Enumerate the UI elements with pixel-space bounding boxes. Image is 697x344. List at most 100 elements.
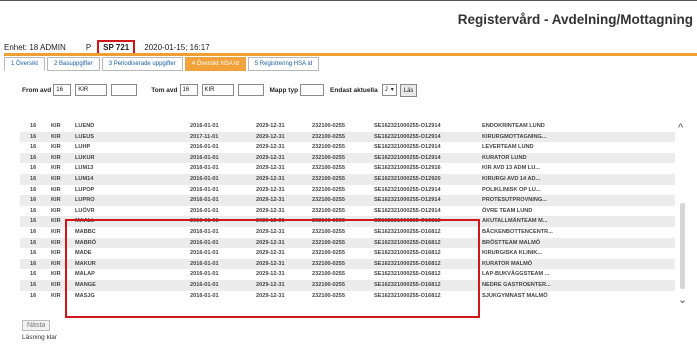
tom-avd-code-input[interactable]: KIR — [201, 84, 234, 96]
tab-basuppgifter[interactable]: 2 Basuppgifter — [47, 57, 100, 71]
table-cell: 2029-12-31 — [256, 207, 285, 214]
table-cell: 2029-12-31 — [256, 123, 285, 129]
table-row[interactable]: 16 KIR LUM14 2016-01-01 2029-12-31 232100-025… — [20, 173, 675, 185]
table-cell: KIR — [51, 218, 61, 225]
tab-oversikt-hsa[interactable]: 4 Översikt HSA id — [184, 57, 246, 71]
table-cell: 232100-0255 — [312, 197, 345, 204]
tab-oversikt[interactable]: 1 Översikt — [4, 57, 46, 71]
table-cell: 16 — [30, 144, 37, 151]
table-cell: LUKUR — [75, 154, 95, 161]
table-cell: LUEND — [75, 123, 95, 129]
table-cell: KIRURGISKA KLINIK... — [482, 250, 543, 257]
table-cell: LUHP — [75, 144, 91, 151]
table-cell: 232100-0255 — [312, 186, 345, 193]
table-row[interactable]: 16 KIR LUPRO 2016-01-01 2029-12-31 232100-025… — [20, 195, 675, 206]
table-row[interactable]: 16 KIR LUÖVR 2016-01-01 2029-12-31 232100-025… — [20, 206, 675, 217]
timestamp: 2020-01-15; 16:17 — [144, 42, 210, 52]
table-row[interactable]: 16 KIR LUM13 2016-01-01 2029-12-31 232100-025… — [20, 163, 675, 174]
table-cell: 16 — [30, 260, 37, 267]
next-button[interactable]: Nästa — [22, 320, 51, 331]
table-cell: ÖVRE TEAM LUND — [482, 207, 533, 214]
las-button[interactable]: Läs — [399, 83, 418, 97]
tom-avd-num-input[interactable]: 16 — [179, 84, 198, 96]
table-cell: 2029-12-31 — [256, 186, 285, 193]
table-cell: 2029-12-31 — [256, 154, 285, 161]
tom-avd-label: Tom avd — [151, 86, 178, 94]
table-cell: 16 — [30, 165, 37, 172]
scrollbar-thumb[interactable] — [680, 203, 685, 289]
table-cell: LUÖVR — [75, 207, 95, 214]
from-avd-num-input[interactable]: 16 — [53, 84, 72, 96]
table-cell: KIR — [51, 292, 61, 299]
table-cell: LUEUS — [75, 133, 94, 140]
table-cell: 16 — [30, 175, 37, 182]
table-row[interactable]: 16 KIR LUHP 2016-01-01 2029-12-31 232100-0255… — [20, 142, 675, 153]
app-title: Registervård - Avdelning/Mottagning — [457, 12, 693, 27]
from-avd-extra-input[interactable] — [111, 84, 138, 96]
table-cell: KURATOR MALMÖ — [482, 260, 533, 267]
table-cell: LAP-BUKVÄGGSTEAM ... — [482, 271, 550, 278]
status-text: Läsning klar — [22, 334, 58, 341]
table-cell: 232100-0255 — [312, 123, 345, 129]
table-cell: SE162321000255-O12914 — [374, 197, 441, 204]
chevron-up-icon[interactable]: ^ — [678, 122, 683, 134]
filter-row: From avd 16 KIR Tom avd 16 KIR Mapp typ … — [22, 83, 418, 97]
tom-avd-extra-input[interactable] — [237, 84, 264, 96]
tab-registrering-hsa[interactable]: 5 Registrering HSA id — [247, 57, 320, 71]
table-row[interactable]: 16 KIR LUEND 2016-01-01 2029-12-31 232100-025… — [20, 121, 675, 132]
table-cell: KIR — [51, 239, 61, 246]
table-cell: 2016-01-01 — [190, 197, 219, 204]
table-cell: 2016-01-01 — [190, 144, 219, 151]
table-cell: KIR — [51, 186, 61, 193]
from-avd-code-input[interactable]: KIR — [75, 84, 108, 96]
table-cell: KIRURGMOTTAGNING... — [482, 133, 547, 140]
endast-aktuella-select[interactable]: J ▾ — [381, 84, 397, 96]
mapp-typ-input[interactable] — [300, 84, 325, 96]
table-row[interactable]: 16 KIR LUKUR 2016-01-01 2029-12-31 232100-025… — [20, 152, 675, 164]
table-cell: 2016-01-01 — [190, 175, 219, 182]
table-cell: 16 — [30, 123, 37, 129]
chevron-down-icon[interactable]: ⌄ — [678, 293, 687, 306]
table-cell: KIR — [51, 228, 61, 235]
table-cell: KIR — [51, 281, 61, 288]
table-cell: KIR — [51, 133, 61, 140]
table-cell: 16 — [30, 292, 37, 299]
table-cell: 2029-12-31 — [256, 165, 285, 172]
table-cell: 2016-01-01 — [190, 186, 219, 193]
table-cell: KIR — [51, 165, 61, 172]
table-cell: KIR — [51, 271, 61, 278]
highlight-box — [65, 219, 480, 318]
table-cell: AKUTALLMÄNTEAM M... — [482, 218, 548, 225]
from-avd-label: From avd — [22, 86, 52, 94]
table-cell: 2017-11-01 — [190, 133, 219, 140]
table-cell: 2016-01-01 — [190, 123, 219, 129]
table-cell: 232100-0255 — [312, 175, 345, 182]
app-window: Registervård - Avdelning/Mottagning Enhe… — [0, 0, 697, 344]
table-cell: 2029-12-31 — [256, 133, 285, 140]
table-cell: KIR — [51, 175, 61, 182]
tab-periodiserade[interactable]: 3 Periodiserade uppgifter — [101, 57, 183, 71]
table-cell: SE162321000255-O12916 — [374, 165, 441, 172]
table-cell: 2016-01-01 — [190, 154, 219, 161]
table-cell: 16 — [30, 207, 37, 214]
header-row: Enhet: 18 ADMIN P SP 721 2020-01-15; 16:… — [4, 39, 210, 55]
table-cell: LUPOP — [75, 186, 95, 193]
tab-bar: 1 Översikt 2 Basuppgifter 3 Periodiserad… — [4, 57, 320, 72]
table-cell: 16 — [30, 281, 37, 288]
table-cell: LUPRO — [75, 197, 95, 204]
table-cell: SE162321000255-O12914 — [374, 123, 441, 129]
table-cell: SJUKGYMNAST MALMÖ — [482, 292, 548, 299]
table-cell: BRÖSTTEAM MALMÖ — [482, 239, 541, 246]
top-rule — [0, 0, 697, 6]
endast-aktuella-value: J — [384, 86, 388, 93]
table-cell: KIR — [51, 207, 61, 214]
table-cell: KIR — [51, 250, 61, 257]
table-cell: SE162321000255-O12920 — [374, 175, 441, 182]
table-row[interactable]: 16 KIR LUPOP 2016-01-01 2029-12-31 232100-025… — [20, 185, 675, 196]
table-cell: POLIKLINISK OP LU... — [482, 186, 541, 193]
table-row[interactable]: 16 KIR LUEUS 2017-11-01 2029-12-31 232100-025… — [20, 131, 675, 143]
table-cell: 16 — [30, 218, 37, 225]
table-cell: KIR — [51, 144, 61, 151]
table-cell: KIR — [51, 197, 61, 204]
table-cell: 16 — [30, 133, 37, 140]
